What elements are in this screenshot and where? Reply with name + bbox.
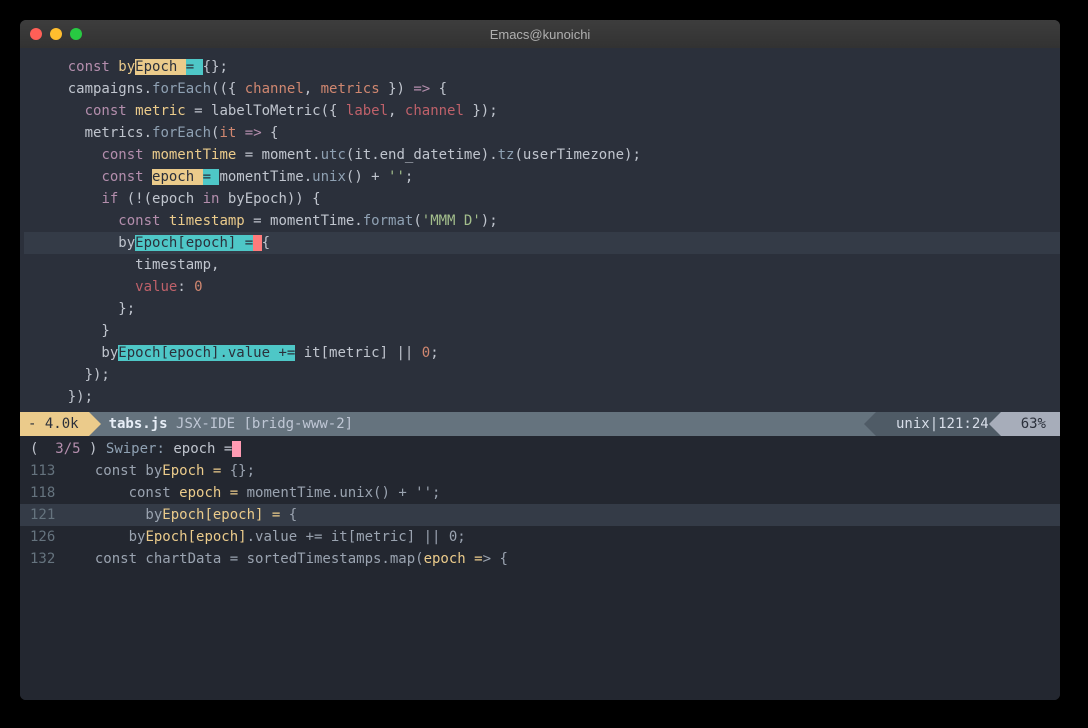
code-line[interactable]: }; [24, 298, 1060, 320]
swiper-linenum: 113 [30, 460, 78, 482]
swiper-match: Epoch[epoch] [145, 526, 246, 548]
swiper-linenum: 118 [30, 482, 78, 504]
modeline-branch: [bridg-www-2] [243, 416, 353, 432]
swiper-result[interactable]: 132 const chartData = sortedTimestamps.m… [20, 548, 1060, 570]
modeline-filename: tabs.js [109, 416, 168, 432]
swiper-result[interactable]: 113 const byEpoch = {}; [20, 460, 1060, 482]
emacs-window: Emacs@kunoichi const byEpoch = {}; campa… [20, 20, 1060, 700]
titlebar[interactable]: Emacs@kunoichi [20, 20, 1060, 48]
modeline: - 4.0k tabs.js JSX-IDE [bridg-www-2] uni… [20, 412, 1060, 436]
swiper-match: Epoch[epoch] = [162, 504, 280, 526]
window-title: Emacs@kunoichi [20, 27, 1060, 42]
swiper-prompt[interactable]: ( 3/5 ) Swiper: epoch = [20, 438, 1060, 460]
swiper-linenum: 126 [30, 526, 78, 548]
swiper-linenum: 132 [30, 548, 78, 570]
code-line[interactable]: if (!(epoch in byEpoch)) { [24, 188, 1060, 210]
swiper-result[interactable]: 121 byEpoch[epoch] = { [20, 504, 1060, 526]
code-line[interactable]: value: 0 [24, 276, 1060, 298]
code-line[interactable]: }); [24, 364, 1060, 386]
swiper-count: 3/5 [55, 441, 80, 457]
modeline-center: tabs.js JSX-IDE [bridg-www-2] [89, 416, 365, 432]
swiper-label: Swiper: [106, 441, 165, 457]
swiper-cursor [232, 441, 240, 457]
swiper-result[interactable]: 126 byEpoch[epoch].value += it[metric] |… [20, 526, 1060, 548]
code-line[interactable]: }); [24, 386, 1060, 408]
code-line[interactable]: const timestamp = momentTime.format('MMM… [24, 210, 1060, 232]
swiper-pane[interactable]: ( 3/5 ) Swiper: epoch = 113 const byEpoc… [20, 436, 1060, 700]
modeline-left: - 4.0k [20, 412, 89, 436]
swiper-result[interactable]: 118 const epoch = momentTime.unix() + ''… [20, 482, 1060, 504]
swiper-query: epoch = [173, 441, 232, 457]
swiper-match: epoch = [179, 482, 238, 504]
modeline-percent: 63% [1001, 412, 1060, 436]
code-line[interactable]: byEpoch[epoch].value += it[metric] || 0; [24, 342, 1060, 364]
swiper-match: epoch = [424, 548, 483, 570]
swiper-linenum: 121 [30, 504, 78, 526]
modeline-mode: JSX-IDE [176, 416, 235, 432]
modeline-position: unix | 121:24 [876, 412, 1001, 436]
code-line[interactable]: metrics.forEach(it => { [24, 122, 1060, 144]
swiper-results: 113 const byEpoch = {};118 const epoch =… [20, 460, 1060, 570]
modeline-right: unix | 121:24 63% [876, 412, 1060, 436]
code-line[interactable]: const momentTime = moment.utc(it.end_dat… [24, 144, 1060, 166]
swiper-match: Epoch = [162, 460, 221, 482]
code-line-current[interactable]: byEpoch[epoch] = { [24, 232, 1060, 254]
editor-pane[interactable]: const byEpoch = {}; campaigns.forEach(({… [20, 48, 1060, 412]
code-line[interactable]: const epoch = momentTime.unix() + ''; [24, 166, 1060, 188]
code-line[interactable]: timestamp, [24, 254, 1060, 276]
code-line[interactable]: const byEpoch = {}; [24, 56, 1060, 78]
code-line[interactable]: campaigns.forEach(({ channel, metrics })… [24, 78, 1060, 100]
code-line[interactable]: } [24, 320, 1060, 342]
code-line[interactable]: const metric = labelToMetric({ label, ch… [24, 100, 1060, 122]
